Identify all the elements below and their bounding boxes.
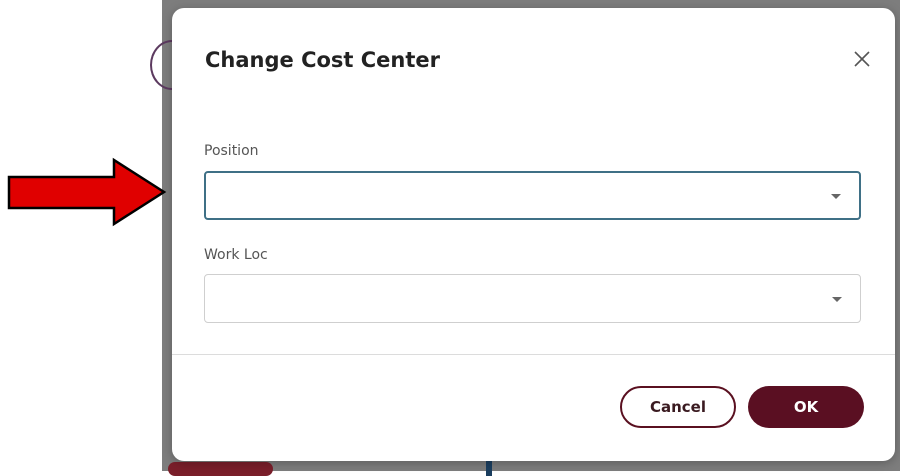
close-icon [854,51,870,67]
close-button[interactable] [849,46,875,72]
cancel-button[interactable]: Cancel [620,386,736,428]
work-loc-select[interactable] [204,274,861,323]
background-badge [168,462,273,476]
ok-button[interactable]: OK [748,386,864,428]
chevron-down-icon [832,296,842,302]
position-select[interactable] [204,171,861,220]
dialog-title: Change Cost Center [205,48,440,72]
red-arrow-icon [7,157,167,227]
footer-divider [172,354,895,355]
chevron-down-icon [831,193,841,199]
position-label: Position [204,143,259,159]
change-cost-center-dialog: Change Cost Center Position Work Loc Can… [172,8,895,461]
work-loc-label: Work Loc [204,247,268,263]
